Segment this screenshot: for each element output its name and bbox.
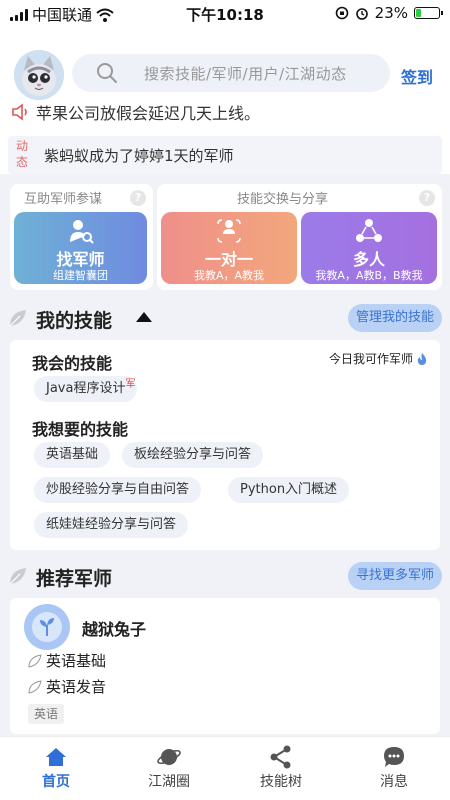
tab-skill-tree[interactable]: 技能树 xyxy=(241,737,321,800)
known-skills-title: 我会的技能 xyxy=(32,354,113,373)
search-input[interactable]: 搜索技能/军师/用户/江湖动态 xyxy=(72,54,390,92)
my-skills-card: 我会的技能 今日我可作军师 Java程序设计 军 我想要的技能 英语基础 板绘经… xyxy=(10,340,440,550)
status-right: 23% xyxy=(335,4,443,22)
mentor-skill-label: 英语基础 xyxy=(46,652,107,670)
find-mentor-subtitle: 组建智囊团 xyxy=(53,269,108,282)
dynamic-bar[interactable]: 动态 紫蚂蚁成为了婷婷1天的军师 xyxy=(8,136,442,174)
alarm-icon xyxy=(355,8,368,20)
leaf-icon xyxy=(9,310,26,327)
manage-skills-button[interactable]: 管理我的技能 xyxy=(347,304,442,332)
wanted-skill-tag[interactable]: 纸娃娃经验分享与问答 xyxy=(34,512,189,538)
mentor-box-title: 互助军师参谋 xyxy=(24,192,103,207)
known-skill-tag[interactable]: Java程序设计 军 xyxy=(34,376,138,402)
mentor-avatar[interactable] xyxy=(24,604,70,650)
leaf-outline-icon xyxy=(28,653,42,668)
today-mentor-toggle[interactable]: 今日我可作军师 xyxy=(329,350,428,367)
feature-panel: 互助军师参谋 ? 找军师 组建智囊团 技能交换与分享 ? 一对一 我教A，A教我… xyxy=(10,184,442,290)
multi-person-subtitle: 我教A，A教B，B教我 xyxy=(315,269,423,282)
one-on-one-subtitle: 我教A，A教我 xyxy=(193,269,265,282)
skill-box-title: 技能交换与分享 xyxy=(237,192,329,207)
battery-fill xyxy=(416,9,422,17)
leaf-icon xyxy=(9,568,26,585)
find-more-mentors-button[interactable]: 寻找更多军师 xyxy=(347,562,442,590)
flame-icon xyxy=(417,352,427,365)
avatar[interactable] xyxy=(14,50,64,100)
tab-messages-label: 消息 xyxy=(380,774,408,790)
collapse-arrow-icon[interactable] xyxy=(136,312,152,322)
recommended-title: 推荐军师 xyxy=(36,568,113,590)
multi-person-button[interactable]: 多人 我教A，A教B，B教我 xyxy=(301,212,437,284)
rotation-lock-icon xyxy=(335,6,348,20)
mentor-mark: 军 xyxy=(125,379,136,390)
dynamic-label: 动态 xyxy=(15,139,28,169)
search-icon xyxy=(97,63,117,83)
tab-messages[interactable]: 消息 xyxy=(354,737,434,800)
group-icon xyxy=(301,218,437,244)
today-mentor-label: 今日我可作军师 xyxy=(328,352,413,366)
mentor-card[interactable]: 越狱兔子 英语基础 英语发音 英语 xyxy=(10,598,440,734)
known-skill-label: Java程序设计 xyxy=(46,381,126,396)
wanted-skills-title: 我想要的技能 xyxy=(32,420,129,439)
header: 搜索技能/军师/用户/江湖动态 签到 苹果公司放假会延迟几天上线。 动态 紫蚂蚁… xyxy=(0,26,450,174)
tab-bar: 首页 江湖圈 技能树 消息 xyxy=(0,736,450,800)
mentor-skill-label: 英语发音 xyxy=(46,678,107,696)
wanted-skill-tag[interactable]: 炒股经验分享与自由问答 xyxy=(34,477,202,503)
exchange-people-icon xyxy=(161,218,297,244)
dynamic-text: 紫蚂蚁成为了婷婷1天的军师 xyxy=(44,147,234,165)
tab-skill-tree-label: 技能树 xyxy=(260,774,302,790)
tab-jianghu-label: 江湖圈 xyxy=(148,774,190,790)
notice-text: 苹果公司放假会延迟几天上线。 xyxy=(36,104,261,123)
sprout-icon xyxy=(32,612,62,642)
skill-exchange-box: 技能交换与分享 ? 一对一 我教A，A教我 多人 我教A，A教B，B教我 xyxy=(157,184,442,290)
cat-avatar-icon xyxy=(14,50,64,100)
find-person-icon xyxy=(14,218,147,244)
mentor-skill-item: 英语发音 xyxy=(28,676,106,697)
planet-icon xyxy=(157,749,181,765)
wanted-skill-tag[interactable]: 英语基础 xyxy=(34,442,111,468)
one-on-one-button[interactable]: 一对一 我教A，A教我 xyxy=(161,212,297,284)
mentor-skill-item: 英语基础 xyxy=(28,650,106,671)
speaker-icon xyxy=(12,103,27,121)
mentor-box: 互助军师参谋 ? 找军师 组建智囊团 xyxy=(10,184,153,290)
status-bar: 中国联通 下午10:18 23% xyxy=(0,0,450,26)
tab-home-label: 首页 xyxy=(42,774,70,790)
search-placeholder: 搜索技能/军师/用户/江湖动态 xyxy=(144,65,347,83)
share-icon xyxy=(270,745,291,769)
battery-percent: 23% xyxy=(374,4,408,22)
tab-home[interactable]: 首页 xyxy=(16,737,96,800)
mentor-name: 越狱兔子 xyxy=(82,620,147,639)
wanted-skill-tag[interactable]: 板绘经验分享与问答 xyxy=(122,442,264,468)
tab-jianghu[interactable]: 江湖圈 xyxy=(129,737,209,800)
my-skills-header: 我的技能 管理我的技能 xyxy=(0,300,450,336)
leaf-outline-icon xyxy=(28,679,42,694)
my-skills-title: 我的技能 xyxy=(36,310,113,332)
battery-icon xyxy=(414,7,443,19)
recommended-header: 推荐军师 寻找更多军师 xyxy=(0,558,450,594)
wanted-skill-tag[interactable]: Python入门概述 xyxy=(228,477,350,503)
help-icon[interactable]: ? xyxy=(130,190,146,206)
home-icon xyxy=(46,748,66,766)
find-mentor-button[interactable]: 找军师 组建智囊团 xyxy=(14,212,147,284)
notice-bar[interactable]: 苹果公司放假会延迟几天上线。 xyxy=(10,100,260,124)
chat-icon xyxy=(384,747,404,767)
help-icon[interactable]: ? xyxy=(419,190,435,206)
checkin-button[interactable]: 签到 xyxy=(401,64,433,88)
mentor-category-tag: 英语 xyxy=(28,704,65,724)
